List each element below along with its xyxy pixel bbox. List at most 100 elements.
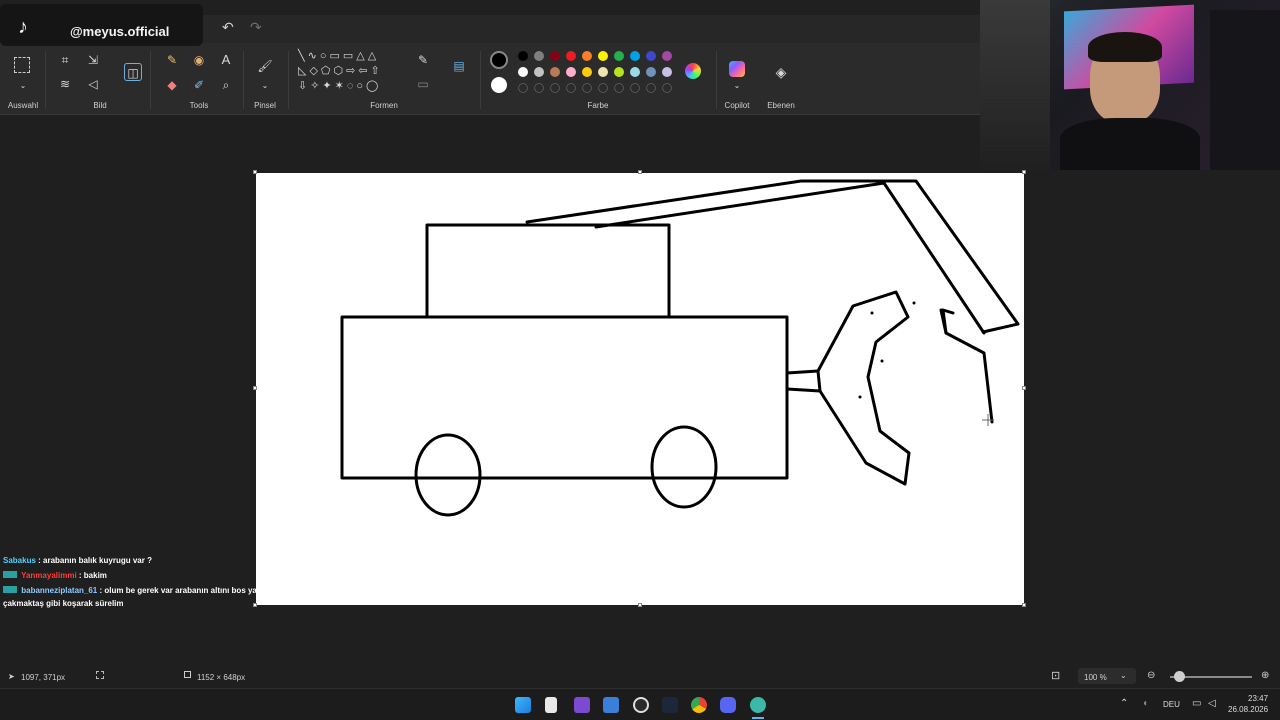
resize-icon[interactable]: ⇲ xyxy=(84,51,102,69)
wheel-rear xyxy=(414,433,482,517)
chevron-down-icon: ⌄ xyxy=(1120,671,1127,680)
canvas-size: 1152 × 648px xyxy=(197,673,246,682)
remove-background-icon[interactable]: ◫ xyxy=(124,63,142,81)
paint-taskbar-icon[interactable] xyxy=(603,697,619,713)
custom-color-slot[interactable] xyxy=(566,83,576,93)
custom-color-slot[interactable] xyxy=(630,83,640,93)
image-generate-icon[interactable]: ≋ xyxy=(56,75,74,93)
chat-text: : arabanın balık kuyrugu var ? xyxy=(38,556,152,565)
canvas-handle[interactable] xyxy=(1022,170,1026,174)
canvas-handle[interactable] xyxy=(253,170,257,174)
chevron-down-icon[interactable]: ⌄ xyxy=(14,77,32,95)
custom-color-slot[interactable] xyxy=(550,83,560,93)
rotate-icon[interactable]: ◁ xyxy=(84,75,102,93)
color-swatch[interactable] xyxy=(518,51,528,61)
apps-grid-icon[interactable] xyxy=(574,697,590,713)
undo-icon[interactable]: ↶ xyxy=(222,19,234,36)
layers-icon[interactable]: ◈ xyxy=(772,63,790,81)
group-label-brush: Pinsel xyxy=(254,101,276,110)
chevron-down-icon[interactable]: ⌄ xyxy=(728,77,746,95)
zoom-out-icon[interactable]: ⊖ xyxy=(1147,670,1155,681)
color-swatch[interactable] xyxy=(534,67,544,77)
chevron-down-icon[interactable]: ⌄ xyxy=(256,77,274,95)
canvas-handle[interactable] xyxy=(253,603,257,607)
zoom-in-icon[interactable]: ⊕ xyxy=(1261,670,1269,681)
canvas-handle[interactable] xyxy=(253,386,257,390)
crop-icon[interactable]: ⌗ xyxy=(56,51,74,69)
chrome-icon[interactable] xyxy=(691,697,707,713)
redo-icon[interactable]: ↷ xyxy=(250,19,262,36)
custom-color-slot[interactable] xyxy=(582,83,592,93)
group-label-copilot: Copilot xyxy=(724,101,750,110)
canvas-handle[interactable] xyxy=(638,603,642,607)
edit-colors-icon[interactable] xyxy=(685,63,701,79)
color-swatch[interactable] xyxy=(614,67,624,77)
pencil-icon[interactable]: ✎ xyxy=(163,51,181,69)
copilot-icon[interactable] xyxy=(729,61,745,77)
cursor-icon: ➤ xyxy=(8,672,15,681)
outline-icon[interactable]: ✎ xyxy=(414,51,432,69)
color-swatch[interactable] xyxy=(614,51,624,61)
selection-icon[interactable] xyxy=(14,57,30,73)
clock-date[interactable]: 26.08.2026 xyxy=(1228,705,1268,714)
obs-icon[interactable] xyxy=(633,697,649,713)
microphone-icon[interactable]: ◖ xyxy=(1142,698,1148,709)
steam-icon[interactable] xyxy=(662,697,678,713)
chat-text: : olum be gerek var arabanın altını bos … xyxy=(99,586,279,595)
custom-color-slot[interactable] xyxy=(614,83,624,93)
color-swatch[interactable] xyxy=(630,67,640,77)
shape-more-icon[interactable]: ▤ xyxy=(450,57,468,75)
color-swatch[interactable] xyxy=(550,67,560,77)
keyboard-language[interactable]: DEU xyxy=(1163,700,1180,709)
secondary-color[interactable] xyxy=(491,77,507,93)
color-picker-icon[interactable]: ✐ xyxy=(190,76,208,94)
shapes-gallery[interactable]: ╲∿○▭▭△△ ◺◇⬠⬡⇨⇦⇧ ⇩✧✦✶◌○◯ xyxy=(298,49,402,97)
chat-message: Yanmayalimmi : bakim xyxy=(3,571,107,580)
color-swatch[interactable] xyxy=(646,67,656,77)
color-swatch[interactable] xyxy=(534,51,544,61)
canvas-handle[interactable] xyxy=(1022,386,1026,390)
color-swatch[interactable] xyxy=(550,51,560,61)
color-swatch[interactable] xyxy=(582,51,592,61)
discord-icon[interactable] xyxy=(720,697,736,713)
eraser-icon[interactable]: ◆ xyxy=(163,76,181,94)
group-label-layers[interactable]: Ebenen xyxy=(762,101,800,110)
color-swatch[interactable] xyxy=(598,67,608,77)
fill-icon[interactable]: ◉ xyxy=(190,51,208,69)
primary-color[interactable] xyxy=(490,51,508,69)
zoom-slider-thumb[interactable] xyxy=(1174,671,1185,682)
custom-color-slot[interactable] xyxy=(534,83,544,93)
color-swatch[interactable] xyxy=(566,67,576,77)
brush-icon[interactable]: 🖌 xyxy=(256,57,274,75)
color-swatch[interactable] xyxy=(598,51,608,61)
badge-icon xyxy=(3,571,17,578)
selection-size-icon xyxy=(96,671,104,679)
canvas-handle[interactable] xyxy=(1022,603,1026,607)
windows-start-icon[interactable] xyxy=(515,697,531,713)
color-swatch[interactable] xyxy=(662,67,672,77)
network-icon[interactable]: ▭ xyxy=(1192,698,1201,709)
color-swatch[interactable] xyxy=(566,51,576,61)
custom-color-slot[interactable] xyxy=(662,83,672,93)
clock-time[interactable]: 23:47 xyxy=(1248,694,1268,703)
volume-icon[interactable]: ◁ xyxy=(1208,698,1216,709)
custom-color-slot[interactable] xyxy=(518,83,528,93)
drawing-canvas[interactable] xyxy=(256,173,1024,605)
dot xyxy=(858,395,862,399)
canvas-handle[interactable] xyxy=(638,170,642,174)
chevron-up-icon[interactable]: ⌃ xyxy=(1120,698,1128,709)
notepad-icon[interactable] xyxy=(545,697,557,713)
custom-color-slot[interactable] xyxy=(598,83,608,93)
app-icon[interactable] xyxy=(750,697,766,713)
color-swatch[interactable] xyxy=(662,51,672,61)
color-swatch[interactable] xyxy=(582,67,592,77)
color-swatch[interactable] xyxy=(518,67,528,77)
text-icon[interactable]: A xyxy=(217,51,235,69)
fit-to-window-icon[interactable]: ⊡ xyxy=(1051,669,1060,682)
color-swatch[interactable] xyxy=(646,51,656,61)
cursor-position: 1097, 371px xyxy=(21,673,66,682)
custom-color-slot[interactable] xyxy=(646,83,656,93)
magnifier-icon[interactable]: ⌕ xyxy=(217,76,235,94)
color-swatch[interactable] xyxy=(630,51,640,61)
fill-shape-icon[interactable]: ▭ xyxy=(414,75,432,93)
